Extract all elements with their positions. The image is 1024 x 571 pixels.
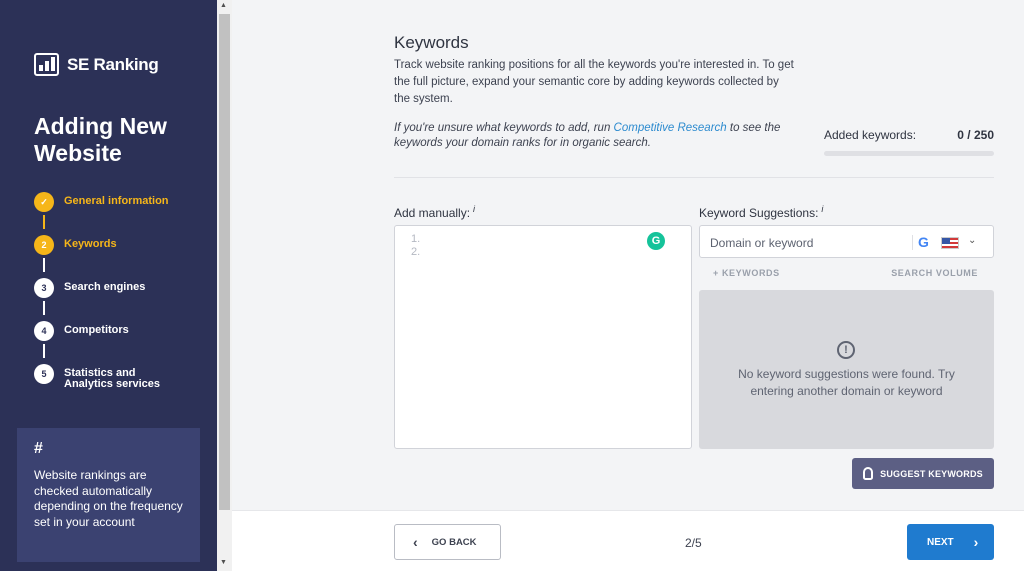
empty-state-message: No keyword suggestions were found. Try e… <box>738 367 955 398</box>
exclamation-icon: ! <box>837 341 855 359</box>
next-button[interactable]: NEXT › <box>907 524 994 560</box>
scrollbar-thumb[interactable] <box>219 14 230 510</box>
input-separator <box>912 235 913 250</box>
search-volume-column-header: SEARCH VOLUME <box>891 268 978 278</box>
page-title: Adding New Website <box>34 113 167 166</box>
step-competitors[interactable]: 4 Competitors <box>34 319 184 362</box>
grammarly-icon[interactable]: G <box>647 232 665 250</box>
note-text-before: If you're unsure what keywords to add, r… <box>394 122 614 134</box>
chevron-left-icon: ‹ <box>413 534 418 550</box>
line-number: 1. <box>411 233 421 245</box>
added-keywords-label: Added keywords: <box>824 128 917 142</box>
step-statistics-analytics[interactable]: 5 Statistics and Analytics services <box>34 362 184 405</box>
step-label: Keywords <box>64 238 117 250</box>
keyword-suggestions-text: Keyword Suggestions: <box>699 206 819 220</box>
step-connector <box>43 301 45 315</box>
step-label: Competitors <box>64 324 129 336</box>
next-label: NEXT <box>927 536 954 548</box>
logo-text: SE Ranking <box>67 54 159 74</box>
step-search-engines[interactable]: 3 Search engines <box>34 276 184 319</box>
info-icon[interactable]: i <box>473 204 475 214</box>
suggest-keywords-label: SUGGEST KEYWORDS <box>880 468 983 479</box>
lightbulb-icon <box>863 467 874 480</box>
sidebar: SE Ranking Adding New Website ✓ General … <box>0 0 217 571</box>
divider <box>394 177 994 178</box>
scroll-down-arrow-icon[interactable]: ▼ <box>220 559 227 566</box>
hash-icon: # <box>34 440 43 457</box>
add-manually-text: Add manually: <box>394 206 471 220</box>
go-back-button[interactable]: ‹ GO BACK <box>394 524 501 560</box>
scrollbar[interactable]: ▲ ▼ <box>217 0 232 571</box>
google-icon[interactable]: G <box>918 234 929 250</box>
info-box: # Website rankings are checked automatic… <box>17 428 200 562</box>
step-keywords[interactable]: 2 Keywords <box>34 233 184 276</box>
suggest-keywords-button[interactable]: SUGGEST KEYWORDS <box>852 458 994 489</box>
line-number: 2. <box>411 246 421 258</box>
step-label: Statistics and Analytics services <box>64 367 161 390</box>
step-number: 3 <box>34 278 54 298</box>
scroll-up-arrow-icon[interactable]: ▲ <box>220 2 227 9</box>
go-back-label: GO BACK <box>431 536 477 548</box>
step-connector <box>43 215 45 229</box>
step-label: Search engines <box>64 281 146 293</box>
step-number: 2 <box>34 235 54 255</box>
keyword-suggestions-label: Keyword Suggestions: i <box>699 204 823 220</box>
section-note: If you're unsure what keywords to add, r… <box>394 121 794 151</box>
add-manually-label: Add manually: i <box>394 204 475 220</box>
section-title: Keywords <box>394 33 469 52</box>
info-text: Website rankings are checked automatical… <box>34 468 183 529</box>
us-flag-icon[interactable] <box>941 237 959 249</box>
logo[interactable]: SE Ranking <box>34 53 159 76</box>
step-number: 4 <box>34 321 54 341</box>
suggestions-empty-state: ! No keyword suggestions were found. Try… <box>699 290 994 449</box>
added-keywords-counter: Added keywords: 0 / 250 <box>824 128 994 156</box>
keywords-column-header[interactable]: + KEYWORDS <box>713 268 780 278</box>
competitive-research-link[interactable]: Competitive Research <box>614 122 727 134</box>
step-connector <box>43 258 45 272</box>
footer: ‹ GO BACK 2/5 NEXT › <box>232 510 1024 571</box>
search-placeholder: Domain or keyword <box>710 236 814 250</box>
main-content: Keywords Track website ranking positions… <box>232 0 1024 510</box>
chevron-down-icon[interactable]: ⌄ <box>968 235 976 246</box>
step-check-icon: ✓ <box>34 192 54 212</box>
info-icon[interactable]: i <box>821 204 823 214</box>
chevron-right-icon: › <box>973 534 979 550</box>
step-number: 5 <box>34 364 54 384</box>
section-description: Track website ranking positions for all … <box>394 59 794 105</box>
step-label: General information <box>64 195 169 207</box>
step-general-information[interactable]: ✓ General information <box>34 190 184 233</box>
added-keywords-progress-bar <box>824 151 994 156</box>
added-keywords-value: 0 / 250 <box>957 128 994 142</box>
logo-bar-chart-icon <box>34 53 59 76</box>
domain-keyword-search-input[interactable]: Domain or keyword G ⌄ <box>699 225 994 258</box>
step-connector <box>43 344 45 358</box>
wizard-steps: ✓ General information 2 Keywords 3 Searc… <box>34 190 184 405</box>
manual-keywords-textarea[interactable]: 1. 2. G <box>394 225 692 449</box>
page-indicator: 2/5 <box>685 536 702 550</box>
